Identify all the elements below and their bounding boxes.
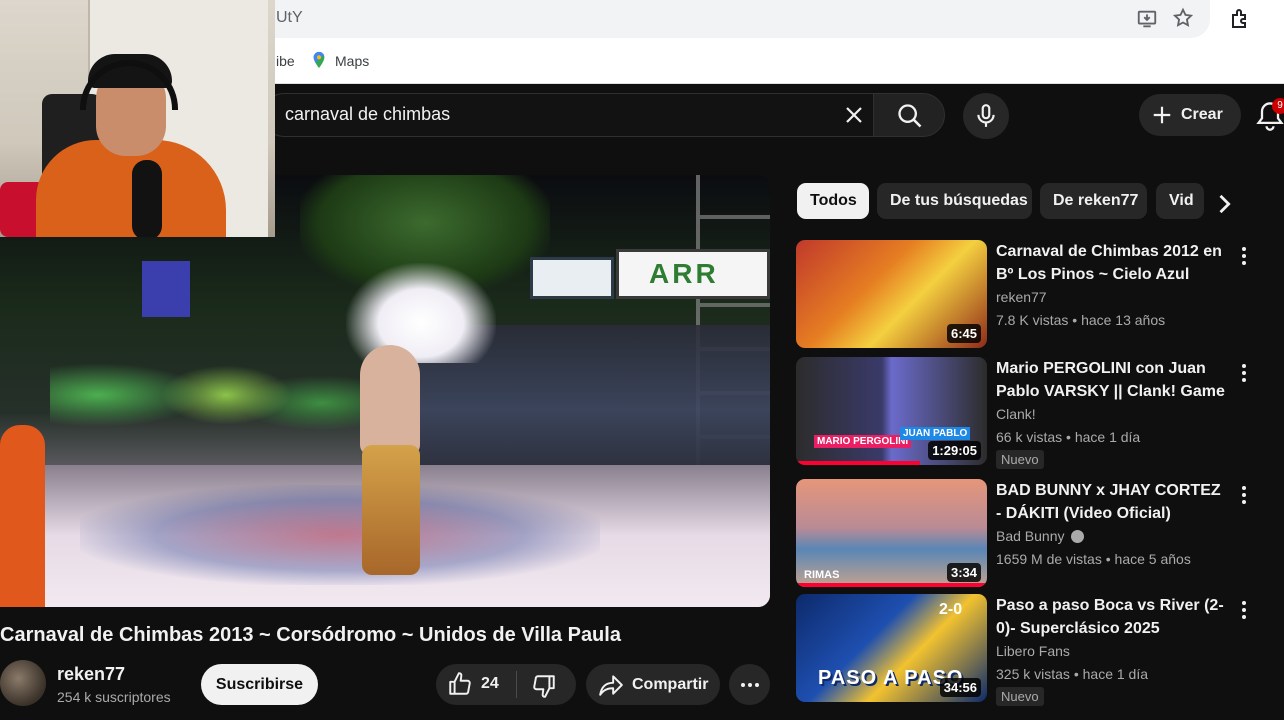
- suggestion-views: 325 k vistas: [996, 666, 1070, 682]
- like-divider: [516, 671, 517, 698]
- kebab-menu-icon[interactable]: [1234, 598, 1254, 622]
- kebab-menu-icon[interactable]: [1234, 244, 1254, 268]
- watched-progress-bar: [796, 583, 987, 587]
- duration-badge: 6:45: [946, 324, 981, 343]
- address-bar[interactable]: [260, 0, 1210, 38]
- suggestion-meta: 1659 M de vistas • hace 5 años: [996, 551, 1191, 567]
- share-button[interactable]: Compartir: [586, 664, 720, 705]
- channel-avatar[interactable]: [0, 660, 46, 706]
- suggestion-age: hace 5 años: [1114, 551, 1191, 567]
- address-bar-text: UtY: [276, 9, 303, 26]
- scene-feather-headdress: [346, 263, 496, 363]
- extensions-icon[interactable]: [1228, 7, 1252, 31]
- thumbnail-score: 2-0: [939, 601, 963, 618]
- thumbnail-label: RIMAS: [804, 569, 840, 581]
- video-player[interactable]: ARR: [0, 175, 770, 607]
- subscribe-button[interactable]: Suscribirse: [201, 664, 318, 705]
- webcam-microphone: [132, 160, 162, 237]
- chip-todos[interactable]: Todos: [797, 183, 869, 219]
- install-app-icon[interactable]: [1136, 8, 1158, 30]
- more-actions-button[interactable]: [729, 664, 770, 705]
- clear-search-icon[interactable]: [842, 103, 866, 127]
- maps-pin-icon: [313, 51, 325, 69]
- suggestion-title[interactable]: Carnaval de Chimbas 2012 en Bº Los Pinos…: [996, 240, 1228, 286]
- dislike-icon[interactable]: [531, 673, 557, 699]
- suggestion-channel[interactable]: reken77: [996, 289, 1047, 305]
- chip-de-tus-busquedas[interactable]: De tus búsquedas: [877, 183, 1032, 219]
- duration-badge: 1:29:05: [928, 441, 981, 460]
- share-label: Compartir: [632, 675, 709, 693]
- suggestion-thumbnail[interactable]: 6:45: [796, 240, 987, 348]
- video-title: Carnaval de Chimbas 2013 ~ Corsódromo ~ …: [0, 624, 621, 646]
- suggestion-age: hace 13 años: [1081, 312, 1166, 328]
- scene-sign-right: ARR: [616, 249, 770, 299]
- like-count: 24: [481, 675, 499, 692]
- share-arrow-icon: [599, 674, 623, 696]
- scene-dancers: [50, 315, 370, 475]
- kebab-menu-icon[interactable]: [1234, 361, 1254, 385]
- new-badge: Nuevo: [996, 687, 1044, 706]
- more-horizontal-icon: [741, 683, 759, 687]
- create-label: Crear: [1181, 106, 1223, 123]
- webcam-overlay: [0, 0, 275, 237]
- thumbnail-caption-right: JUAN PABLO: [900, 427, 971, 440]
- like-icon[interactable]: [447, 671, 473, 697]
- create-button[interactable]: Crear: [1139, 94, 1241, 136]
- scene-banner: [142, 261, 190, 317]
- voice-search-button[interactable]: [963, 93, 1009, 139]
- duration-badge: 34:56: [939, 678, 981, 697]
- suggestion-channel-name: reken77: [996, 289, 1047, 305]
- suggestion-meta: 66 k vistas • hace 1 día: [996, 429, 1141, 445]
- search-query-text: carnaval de chimbas: [285, 104, 451, 124]
- suggestion-age: hace 1 día: [1074, 429, 1141, 445]
- bookmark-partial[interactable]: ibe: [276, 53, 295, 69]
- watched-progress-bar: [796, 461, 921, 465]
- subscriber-count: 254 k suscriptores: [57, 689, 171, 705]
- suggestion-channel-name: Clank!: [996, 406, 1036, 422]
- verified-check-icon: [1070, 529, 1084, 543]
- suggestion-channel-name: Bad Bunny: [996, 528, 1065, 544]
- suggestion-channel[interactable]: Libero Fans: [996, 643, 1070, 659]
- suggestion-thumbnail[interactable]: RIMAS 3:34: [796, 479, 987, 587]
- suggestion-views: 66 k vistas: [996, 429, 1063, 445]
- suggestion-views: 1659 M de vistas: [996, 551, 1102, 567]
- chevron-right-icon[interactable]: [1210, 190, 1238, 218]
- suggestion-title[interactable]: Mario PERGOLINI con Juan Pablo VARSKY ||…: [996, 357, 1228, 403]
- kebab-menu-icon[interactable]: [1234, 483, 1254, 507]
- scene-sign-text: ARR: [649, 258, 719, 289]
- bookmark-star-icon[interactable]: [1172, 7, 1194, 29]
- thumbnail-caption-left: MARIO PERGOLINI: [814, 435, 912, 448]
- suggestion-age: hace 1 día: [1082, 666, 1149, 682]
- chip-de-reken77[interactable]: De reken77: [1040, 183, 1147, 219]
- suggestion-channel-name: Libero Fans: [996, 643, 1070, 659]
- suggestion-thumbnail[interactable]: 2-0 PASO A PASO 34:56: [796, 594, 987, 702]
- scene-sign-left: [530, 257, 614, 299]
- scene-spectator: [0, 425, 45, 607]
- search-button[interactable]: [873, 93, 945, 137]
- channel-name[interactable]: reken77: [57, 664, 125, 685]
- suggestion-meta: 7.8 K vistas • hace 13 años: [996, 312, 1166, 328]
- search-icon: [898, 104, 922, 128]
- suggestion-channel[interactable]: Clank!: [996, 406, 1036, 422]
- notification-count-badge: 9: [1272, 98, 1284, 114]
- chip-videos-partial[interactable]: Vid: [1156, 183, 1204, 219]
- plus-icon: [1153, 106, 1171, 124]
- suggestion-meta: 325 k vistas • hace 1 día: [996, 666, 1149, 682]
- suggestion-views: 7.8 K vistas: [996, 312, 1069, 328]
- microphone-icon: [977, 104, 995, 127]
- suggestion-channel[interactable]: Bad Bunny: [996, 528, 1084, 544]
- suggestion-title[interactable]: BAD BUNNY x JHAY CORTEZ - DÁKITI (Video …: [996, 479, 1228, 525]
- new-badge: Nuevo: [996, 450, 1044, 469]
- scene-performer: [360, 345, 420, 455]
- suggestion-title[interactable]: Paso a paso Boca vs River (2-0)- Supercl…: [996, 594, 1228, 640]
- suggestion-thumbnail[interactable]: MARIO PERGOLINI JUAN PABLO 1:29:05: [796, 357, 987, 465]
- scene-floor-paint: [80, 485, 600, 585]
- scene-performer-costume: [362, 445, 420, 575]
- bookmark-maps[interactable]: Maps: [335, 53, 369, 69]
- duration-badge: 3:34: [946, 563, 981, 582]
